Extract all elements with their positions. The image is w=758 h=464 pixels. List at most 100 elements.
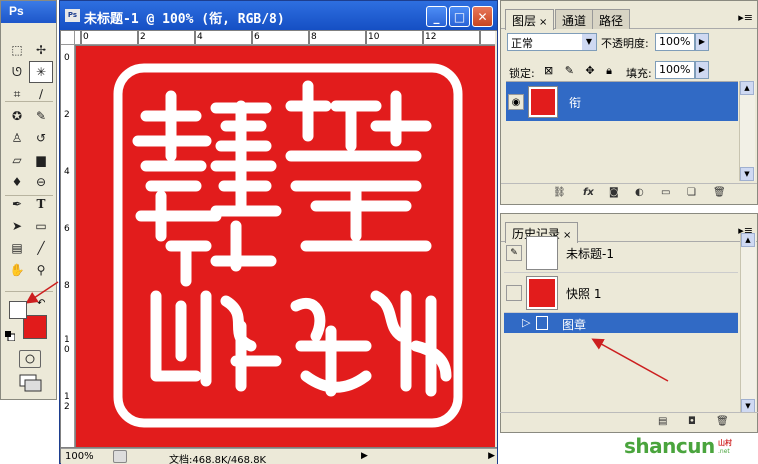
history-snapshot-row[interactable]: 快照 1 (504, 273, 738, 313)
tab-label: 通道 (562, 14, 587, 28)
type-tool-icon[interactable]: T (29, 193, 53, 215)
tools-panel-header: Ps (1, 1, 56, 23)
path-selection-tool-icon[interactable]: ➤ (5, 215, 29, 237)
move-tool-icon[interactable]: ✢ (29, 39, 53, 61)
ruler-label: 4 (64, 167, 70, 177)
layer-mask-icon[interactable]: ◙ (609, 187, 619, 198)
lock-options-icons[interactable]: ⊠ ✎ ✥ 🔒︎ (544, 64, 616, 78)
opacity-value: 100% (659, 35, 691, 48)
vertical-ruler[interactable]: 0 2 4 6 8 1 0 1 2 (61, 45, 75, 447)
tab-channels[interactable]: 通道 (555, 9, 594, 29)
history-scrollbar[interactable]: ▲ ▼ (740, 233, 756, 413)
shape-tool-icon[interactable]: ▭ (29, 215, 53, 237)
document-canvas[interactable] (76, 46, 496, 447)
document-titlebar[interactable]: Ps 未标题-1 @ 100% (衔, RGB/8) _ □ ✕ (60, 1, 497, 30)
link-layers-icon[interactable]: ⛓ (553, 187, 566, 198)
maximize-button[interactable]: □ (449, 6, 470, 27)
zoom-level[interactable]: 100% (65, 451, 94, 462)
document-window: Ps 未标题-1 @ 100% (衔, RGB/8) _ □ ✕ 0 2 4 6… (59, 0, 498, 464)
history-panel-footer: ▤ ◘ 🗑︎ (500, 412, 758, 430)
scroll-up-icon[interactable]: ▲ (740, 81, 754, 95)
minimize-button[interactable]: _ (426, 6, 447, 27)
magic-wand-tool-icon[interactable]: ✳ (29, 61, 53, 83)
new-group-icon[interactable]: ▭ (661, 187, 670, 198)
document-size: 文档:468.8K/468.8K (169, 455, 267, 464)
new-document-from-state-icon[interactable]: ▤ (658, 416, 667, 427)
close-tab-icon[interactable]: × (539, 17, 547, 28)
history-step-label: 图章 (562, 318, 587, 332)
dodge-tool-icon[interactable]: ⊖ (29, 171, 53, 193)
eye-icon[interactable]: ◉ (508, 94, 524, 110)
history-brush-source-icon[interactable]: ✎ (506, 245, 522, 261)
fill-slider-button[interactable]: ▶ (695, 61, 709, 79)
lasso-tool-icon[interactable]: ᘎ (5, 61, 29, 83)
opacity-field[interactable]: 100% (655, 33, 695, 51)
layers-panel: 图层 × 通道 路径 ▸≡ 正常 ▼ 不透明度: 100% ▶ 锁定: ⊠ ✎ ✥… (500, 0, 758, 205)
layers-scrollbar[interactable]: ▲ ▼ (739, 81, 755, 181)
ps-document-icon: Ps (65, 9, 80, 22)
ruler-label: 8 (311, 32, 317, 42)
tab-label: 图层 (512, 14, 537, 28)
quick-mask-mode-icon[interactable] (19, 350, 41, 368)
ruler-label: 10 (368, 32, 380, 42)
seal-stamp-image (76, 46, 496, 447)
delete-layer-icon[interactable]: 🗑︎ (713, 187, 726, 198)
document-title: 未标题-1 @ 100% (衔, RGB/8) (84, 12, 285, 27)
horizontal-ruler[interactable]: 0 2 4 6 8 10 12 (75, 31, 496, 45)
tab-label: 路径 (599, 14, 624, 28)
scroll-right-icon[interactable]: ▶ (488, 451, 495, 461)
current-state-marker-icon: ▷ (522, 316, 531, 329)
pen-tool-icon[interactable]: ✒ (5, 193, 29, 215)
fill-field[interactable]: 100% (655, 61, 695, 79)
foreground-color-swatch[interactable] (9, 301, 27, 319)
tab-paths[interactable]: 路径 (592, 9, 631, 29)
gradient-tool-icon[interactable]: ▆ (29, 149, 53, 171)
history-brush-tool-icon[interactable]: ↺ (29, 127, 53, 149)
tool-divider (5, 291, 53, 292)
history-step-current[interactable]: ▷ 图章 (504, 313, 738, 333)
notes-tool-icon[interactable]: ▤ (5, 237, 29, 259)
layer-style-icon[interactable]: fx (583, 187, 594, 198)
default-colors-icon[interactable] (5, 331, 15, 341)
delete-state-icon[interactable]: 🗑︎ (716, 416, 729, 427)
history-brush-source-box[interactable] (506, 285, 522, 301)
status-menu-arrow-icon[interactable]: ▶ (361, 451, 368, 461)
new-snapshot-icon[interactable]: ◘ (688, 416, 696, 427)
new-layer-icon[interactable]: ❏ (687, 187, 696, 198)
status-nav-icon[interactable] (113, 450, 127, 463)
ruler-label: 4 (197, 32, 203, 42)
scroll-down-icon[interactable]: ▼ (741, 399, 755, 413)
blur-tool-icon[interactable]: ♦ (5, 171, 29, 193)
scroll-up-icon[interactable]: ▲ (741, 233, 755, 247)
layer-name[interactable]: 衔 (569, 94, 581, 111)
screen-mode-icon[interactable] (19, 374, 43, 392)
clone-stamp-tool-icon[interactable]: ♙ (5, 127, 29, 149)
swap-colors-icon[interactable]: ↶ (37, 298, 45, 309)
ruler-label: 0 (83, 32, 89, 42)
ruler-origin[interactable] (61, 31, 75, 45)
tool-divider (5, 101, 53, 102)
eraser-tool-icon[interactable]: ▱ (5, 149, 29, 171)
scroll-down-icon[interactable]: ▼ (740, 167, 754, 181)
panel-menu-icon[interactable]: ▸≡ (738, 11, 753, 24)
tab-layers[interactable]: 图层 × (505, 9, 555, 30)
ruler-label: 8 (64, 281, 70, 291)
eyedropper-tool-icon[interactable]: ╱ (29, 237, 53, 259)
watermark-cn: 山村 (718, 439, 732, 447)
layer-row[interactable]: ◉ 衔 (506, 81, 738, 121)
marquee-tool-icon[interactable]: ⬚ (5, 39, 29, 61)
healing-brush-tool-icon[interactable]: ✪ (5, 105, 29, 127)
close-button[interactable]: ✕ (472, 6, 493, 27)
brush-tool-icon[interactable]: ✎ (29, 105, 53, 127)
blend-mode-select[interactable]: 正常 ▼ (507, 33, 597, 51)
adjustment-layer-icon[interactable]: ◐ (635, 187, 644, 198)
hand-tool-icon[interactable]: ✋ (5, 259, 29, 281)
close-icon: ✕ (477, 9, 488, 24)
opacity-slider-button[interactable]: ▶ (695, 33, 709, 51)
history-snapshot-row[interactable]: ✎ 未标题-1 (504, 233, 738, 273)
tool-divider (5, 195, 53, 196)
fill-label: 填充: (626, 67, 652, 80)
zoom-tool-icon[interactable]: ⚲ (29, 259, 53, 281)
maximize-icon: □ (453, 9, 466, 24)
layer-thumbnail (528, 86, 558, 118)
